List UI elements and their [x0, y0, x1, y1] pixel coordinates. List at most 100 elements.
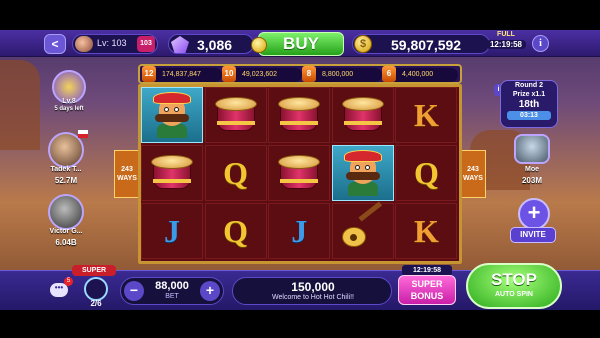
full-bonus-timer[interactable]: FULL 12:19:58 — [486, 31, 526, 55]
super-count: 2/6 — [90, 299, 102, 308]
add-friend-plus-icon[interactable]: + — [518, 198, 550, 230]
reel-symbol-k: K — [395, 203, 458, 259]
coin-balance[interactable]: $ 59,807,592 — [352, 34, 490, 54]
friend-avatar[interactable] — [48, 194, 84, 230]
jackpot-value: 4,400,000 — [402, 71, 434, 78]
jackpot-bar: 12 174,837,847 10 49,023,602 8 8,800,000… — [138, 64, 462, 84]
bonus-label-super: SUPER — [411, 279, 443, 289]
coin-icon — [251, 37, 267, 53]
player-days-left: 5 days left — [54, 106, 84, 112]
flag-icon — [78, 130, 88, 138]
invite-button[interactable]: INVITE — [510, 227, 556, 243]
reel-symbol-k: K — [395, 87, 458, 143]
buy-button[interactable]: BUY — [251, 32, 344, 56]
drum-icon — [213, 97, 259, 133]
stop-spin-button[interactable]: STOP AUTO SPIN — [466, 263, 562, 309]
tournament-round: Round 2 — [515, 82, 543, 89]
game-screen: < Lv: 103 103 3,086 BUY $ 59,807,592 FUL… — [0, 0, 600, 338]
tournament-rank: 18th — [518, 99, 540, 110]
tournament-prize: Prize x1.1 — [512, 91, 546, 98]
jackpot-item: 12 174,837,847 — [142, 66, 222, 82]
bet-label: BET — [165, 293, 179, 300]
full-timer: 12:19:58 — [486, 40, 526, 49]
tournament-time: 03:13 — [507, 111, 551, 120]
bet-control: − 88,000 BET + — [120, 277, 224, 305]
jackpot-value: 8,800,000 — [322, 71, 354, 78]
friend-value: 52.7M — [54, 176, 78, 185]
bet-increase-button[interactable]: + — [200, 281, 220, 301]
super-meter-icon[interactable] — [84, 277, 108, 301]
opponent-name: Moe — [525, 166, 539, 173]
gem-balance[interactable]: 3,086 — [168, 34, 254, 54]
welcome-message: Welcome to Hot Hot Chili!! — [272, 294, 354, 301]
reel-symbol-drum — [141, 145, 203, 201]
reel-symbol-drum — [268, 87, 331, 143]
info-button[interactable]: i — [532, 35, 549, 52]
letter-symbol: Q — [413, 154, 439, 191]
letterbox-bottom — [0, 310, 600, 338]
reel-symbol-drum — [268, 145, 331, 201]
tournament-panel[interactable]: Round 2 Prize x1.1 18th 03:13 — [500, 80, 558, 128]
friend-value: 6.04B — [55, 238, 77, 247]
reel-symbol-q: Q — [395, 145, 458, 201]
friend-name: Tadek T... — [50, 166, 82, 173]
win-value: 150,000 — [291, 280, 335, 294]
jackpot-multiplier: 12 — [142, 66, 156, 82]
bonus-label-bonus: BONUS — [410, 291, 444, 301]
reels-frame: KQQJQJK — [138, 84, 462, 264]
jackpot-item: 10 49,023,602 — [222, 66, 302, 82]
letter-symbol: K — [413, 212, 439, 249]
bottom-bar: ••• 5 SUPER 2/6 − 88,000 BET + 150,000 W… — [0, 263, 600, 310]
reel-symbol-j: J — [141, 203, 203, 259]
top-hud: < Lv: 103 103 3,086 BUY $ 59,807,592 FUL… — [0, 30, 600, 57]
reel-symbol-mascot — [331, 145, 394, 201]
super-bonus-button[interactable]: SUPER BONUS — [398, 275, 456, 305]
buy-label: BUY — [283, 34, 319, 53]
reel-symbol-j: J — [268, 203, 331, 259]
letter-symbol: J — [164, 212, 180, 249]
jackpot-value: 174,837,847 — [162, 71, 201, 78]
coin-value: 59,807,592 — [391, 37, 462, 53]
jackpot-multiplier: 6 — [382, 66, 396, 82]
stop-label: STOP — [491, 270, 537, 289]
reel-symbol-q: Q — [204, 145, 267, 201]
opponent-avatar[interactable] — [514, 134, 550, 164]
jackpot-multiplier: 10 — [222, 66, 236, 82]
player-level: Lv.8 — [62, 98, 76, 105]
auto-spin-label: AUTO SPIN — [495, 291, 533, 298]
bet-value: 88,000 — [155, 280, 189, 292]
jackpot-multiplier: 8 — [302, 66, 316, 82]
full-label: FULL — [497, 31, 515, 38]
friend-name: Victor G... — [49, 228, 83, 235]
level-pill[interactable]: Lv: 103 103 — [72, 34, 158, 54]
opponent-value: 203M — [521, 176, 542, 185]
letter-symbol: Q — [223, 154, 249, 191]
level-text: Lv: 103 — [97, 38, 127, 48]
back-button[interactable]: < — [44, 34, 66, 54]
drum-icon — [340, 97, 386, 133]
chat-badge: 5 — [64, 277, 73, 286]
ways-badge-right: 243 WAYS — [460, 150, 486, 198]
drum-icon — [276, 97, 322, 133]
gem-value: 3,086 — [197, 37, 233, 53]
level-badge-icon: 103 — [137, 36, 155, 52]
player-avatar — [75, 36, 93, 52]
letter-symbol: K — [413, 96, 439, 133]
chili-mascot-icon — [340, 150, 386, 196]
ways-badge-left: 243 WAYS — [114, 150, 140, 198]
letter-symbol: Q — [223, 212, 249, 249]
jackpot-item: 8 8,800,000 — [302, 66, 382, 82]
jackpot-value: 49,023,602 — [242, 71, 278, 78]
reel-grid[interactable]: KQQJQJK — [141, 87, 459, 261]
mesa-rock-left — [0, 60, 40, 150]
win-display: 150,000 Welcome to Hot Hot Chili!! — [232, 277, 392, 305]
bet-decrease-button[interactable]: − — [124, 281, 144, 301]
drum-icon — [149, 155, 195, 191]
reel-symbol-q: Q — [204, 203, 267, 259]
reel-symbol-drum — [204, 87, 267, 143]
dollar-coin-icon: $ — [354, 35, 372, 53]
guitar-icon — [340, 201, 386, 251]
super-label: SUPER — [72, 265, 116, 276]
reel-symbol-drum — [331, 87, 394, 143]
gem-icon — [171, 36, 189, 53]
